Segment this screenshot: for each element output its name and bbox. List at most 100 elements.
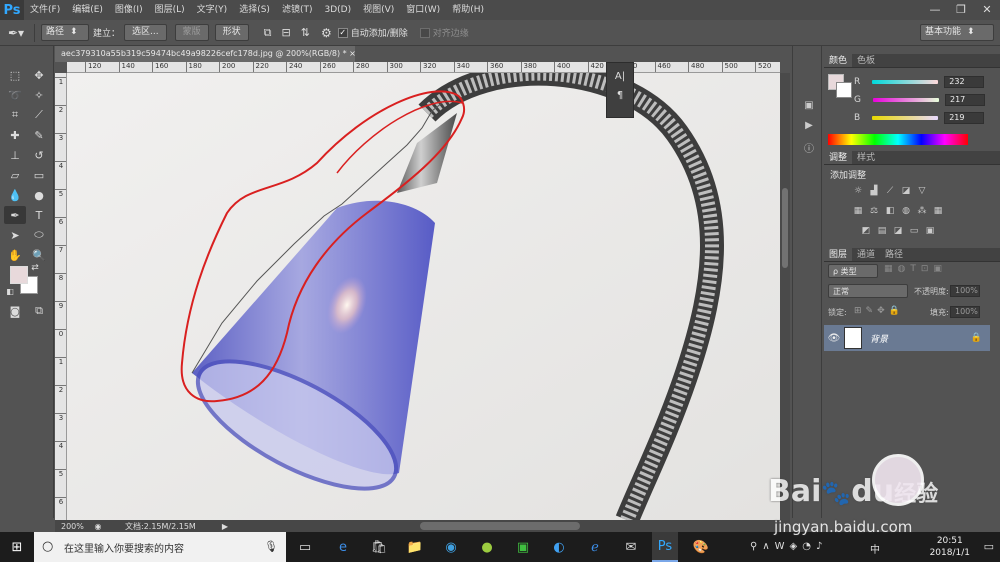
r-channel-value[interactable]: 232: [944, 76, 985, 88]
tab-color[interactable]: 颜色: [824, 54, 853, 67]
lasso-tool-icon[interactable]: ➰: [4, 86, 26, 104]
close-button[interactable]: ✕: [974, 0, 1000, 20]
pen-tool-preset-icon[interactable]: ✒▾: [4, 26, 28, 40]
g-channel-value[interactable]: 217: [944, 94, 985, 106]
menu-help[interactable]: 帮助(H): [446, 0, 490, 20]
edge-browser-icon[interactable]: e: [330, 532, 356, 562]
horizontal-ruler[interactable]: 120 140 160 180 200 220 240 260 280 300 320 340 360 3…: [67, 62, 780, 73]
tab-paths[interactable]: 路径: [880, 248, 908, 261]
close-tab-icon[interactable]: ×: [349, 49, 355, 58]
menu-window[interactable]: 窗口(W): [400, 0, 446, 20]
menu-filter[interactable]: 滤镜(T): [276, 0, 319, 20]
color-balance-icon[interactable]: ⚖: [868, 206, 880, 216]
wechat-icon[interactable]: W: [775, 541, 790, 552]
character-panel-icon[interactable]: A|: [607, 71, 633, 82]
info-panel-icon[interactable]: ⓘ: [802, 140, 816, 155]
tab-swatches[interactable]: 色板: [852, 54, 880, 67]
microphone-icon[interactable]: 🎙: [264, 540, 278, 553]
layer-row-background[interactable]: 👁 背景 🔒: [824, 325, 990, 351]
volume-icon[interactable]: ♪: [816, 541, 827, 552]
menu-file[interactable]: 文件(F): [24, 0, 66, 20]
shape-tool-icon[interactable]: ⬭: [28, 226, 50, 244]
quick-mask-icon[interactable]: ◙: [4, 302, 26, 320]
eraser-tool-icon[interactable]: ▱: [4, 166, 26, 184]
magic-wand-tool-icon[interactable]: ✧: [28, 86, 50, 104]
foreground-color-swatch[interactable]: [10, 266, 28, 284]
iqiyi-icon[interactable]: ▣: [510, 532, 536, 562]
file-explorer-icon[interactable]: 📁: [402, 532, 428, 562]
history-brush-tool-icon[interactable]: ↺: [28, 146, 50, 164]
scroll-thumb[interactable]: [782, 188, 788, 268]
tab-layers[interactable]: 图层: [824, 248, 853, 261]
minimize-button[interactable]: —: [922, 0, 948, 20]
color-panel-background-swatch[interactable]: [836, 82, 852, 98]
store-icon[interactable]: 🛍: [366, 532, 392, 562]
default-colors-icon[interactable]: ◧: [4, 286, 16, 296]
make-selection-button[interactable]: 选区...: [124, 24, 167, 41]
windows-start-icon[interactable]: ⊞: [4, 532, 30, 562]
swap-colors-icon[interactable]: ⇄: [28, 262, 42, 274]
levels-icon[interactable]: ▟: [868, 186, 880, 196]
people-icon[interactable]: ⚲: [750, 541, 762, 552]
g-channel-slider[interactable]: [872, 98, 939, 102]
menu-3d[interactable]: 3D(D): [318, 0, 357, 20]
photoshop-taskbar-icon[interactable]: Ps: [652, 532, 678, 562]
settings-gear-icon[interactable]: ⚙: [321, 26, 332, 40]
crop-tool-icon[interactable]: ⌗: [4, 106, 26, 124]
exposure-icon[interactable]: ◪: [900, 186, 912, 196]
screen-mode-icon[interactable]: ⧉: [28, 302, 50, 320]
mail-icon[interactable]: ✉: [618, 532, 644, 562]
r-channel-slider[interactable]: [872, 80, 939, 84]
posterize-icon[interactable]: ▤: [876, 226, 888, 236]
paragraph-panel-icon[interactable]: ¶: [607, 90, 633, 101]
brush-tool-icon[interactable]: ✎: [28, 126, 50, 144]
healing-brush-tool-icon[interactable]: ✚: [4, 126, 26, 144]
history-panel-icon[interactable]: ▣: [802, 100, 816, 112]
path-alignment-icon[interactable]: ⊟: [282, 26, 291, 39]
pen-mode-dropdown[interactable]: 路径 ⬍: [41, 24, 89, 41]
app-icon-4[interactable]: 🎨: [688, 532, 714, 562]
brightness-contrast-icon[interactable]: ☼: [852, 186, 864, 196]
selective-color-icon[interactable]: ▣: [924, 226, 936, 236]
vertical-ruler[interactable]: 1 2 3 4 5 6 7 8 9 0 1 2 3 4 5 6: [55, 73, 67, 520]
color-spectrum-bar[interactable]: [828, 134, 968, 145]
move-tool-icon[interactable]: ✥: [28, 66, 50, 84]
gradient-map-icon[interactable]: ▭: [908, 226, 920, 236]
app-icon-2[interactable]: ●: [474, 532, 500, 562]
horizontal-scrollbar[interactable]: [420, 522, 580, 530]
tab-channels[interactable]: 通道: [852, 248, 880, 261]
menu-view[interactable]: 视图(V): [357, 0, 400, 20]
ime-indicator[interactable]: 中: [870, 541, 880, 556]
document-canvas[interactable]: [67, 73, 780, 520]
curves-icon[interactable]: ⟋: [884, 186, 896, 196]
taskbar-search-box[interactable]: ○ 在这里输入你要搜索的内容 🎙: [34, 532, 286, 562]
menu-layer[interactable]: 图层(L): [149, 0, 191, 20]
fill-value[interactable]: 100%: [950, 306, 980, 318]
auto-add-delete-checkbox[interactable]: ✓: [337, 27, 348, 38]
threshold-icon[interactable]: ◪: [892, 226, 904, 236]
lock-icons[interactable]: ⊞✎✥🔒: [854, 306, 904, 316]
black-white-icon[interactable]: ◧: [884, 206, 896, 216]
b-channel-slider[interactable]: [872, 116, 939, 120]
blend-mode-dropdown[interactable]: 正常: [828, 284, 908, 298]
menu-type[interactable]: 文字(Y): [191, 0, 234, 20]
task-view-icon[interactable]: ▭: [292, 532, 318, 562]
app-icon-1[interactable]: ◉: [438, 532, 464, 562]
tab-styles[interactable]: 样式: [852, 151, 880, 164]
menu-select[interactable]: 选择(S): [233, 0, 276, 20]
blur-tool-icon[interactable]: 💧: [4, 186, 26, 204]
color-lookup-icon[interactable]: ▦: [932, 206, 944, 216]
clone-stamp-tool-icon[interactable]: ⊥: [4, 146, 26, 164]
vibrance-icon[interactable]: ▽: [916, 186, 928, 196]
layer-filter-dropdown[interactable]: ρ 类型: [828, 264, 878, 278]
gradient-tool-icon[interactable]: ▭: [28, 166, 50, 184]
visibility-eye-icon[interactable]: 👁: [824, 333, 844, 344]
security-icon[interactable]: ◈: [790, 541, 803, 552]
menu-image[interactable]: 图像(I): [109, 0, 149, 20]
hand-tool-icon[interactable]: ✋: [4, 246, 26, 264]
photo-filter-icon[interactable]: ◍: [900, 206, 912, 216]
dodge-tool-icon[interactable]: ●: [28, 186, 50, 204]
layer-name[interactable]: 背景: [870, 332, 888, 345]
make-mask-button[interactable]: 蒙版: [174, 24, 209, 41]
path-arrangement-icon[interactable]: ⇅: [301, 26, 310, 39]
